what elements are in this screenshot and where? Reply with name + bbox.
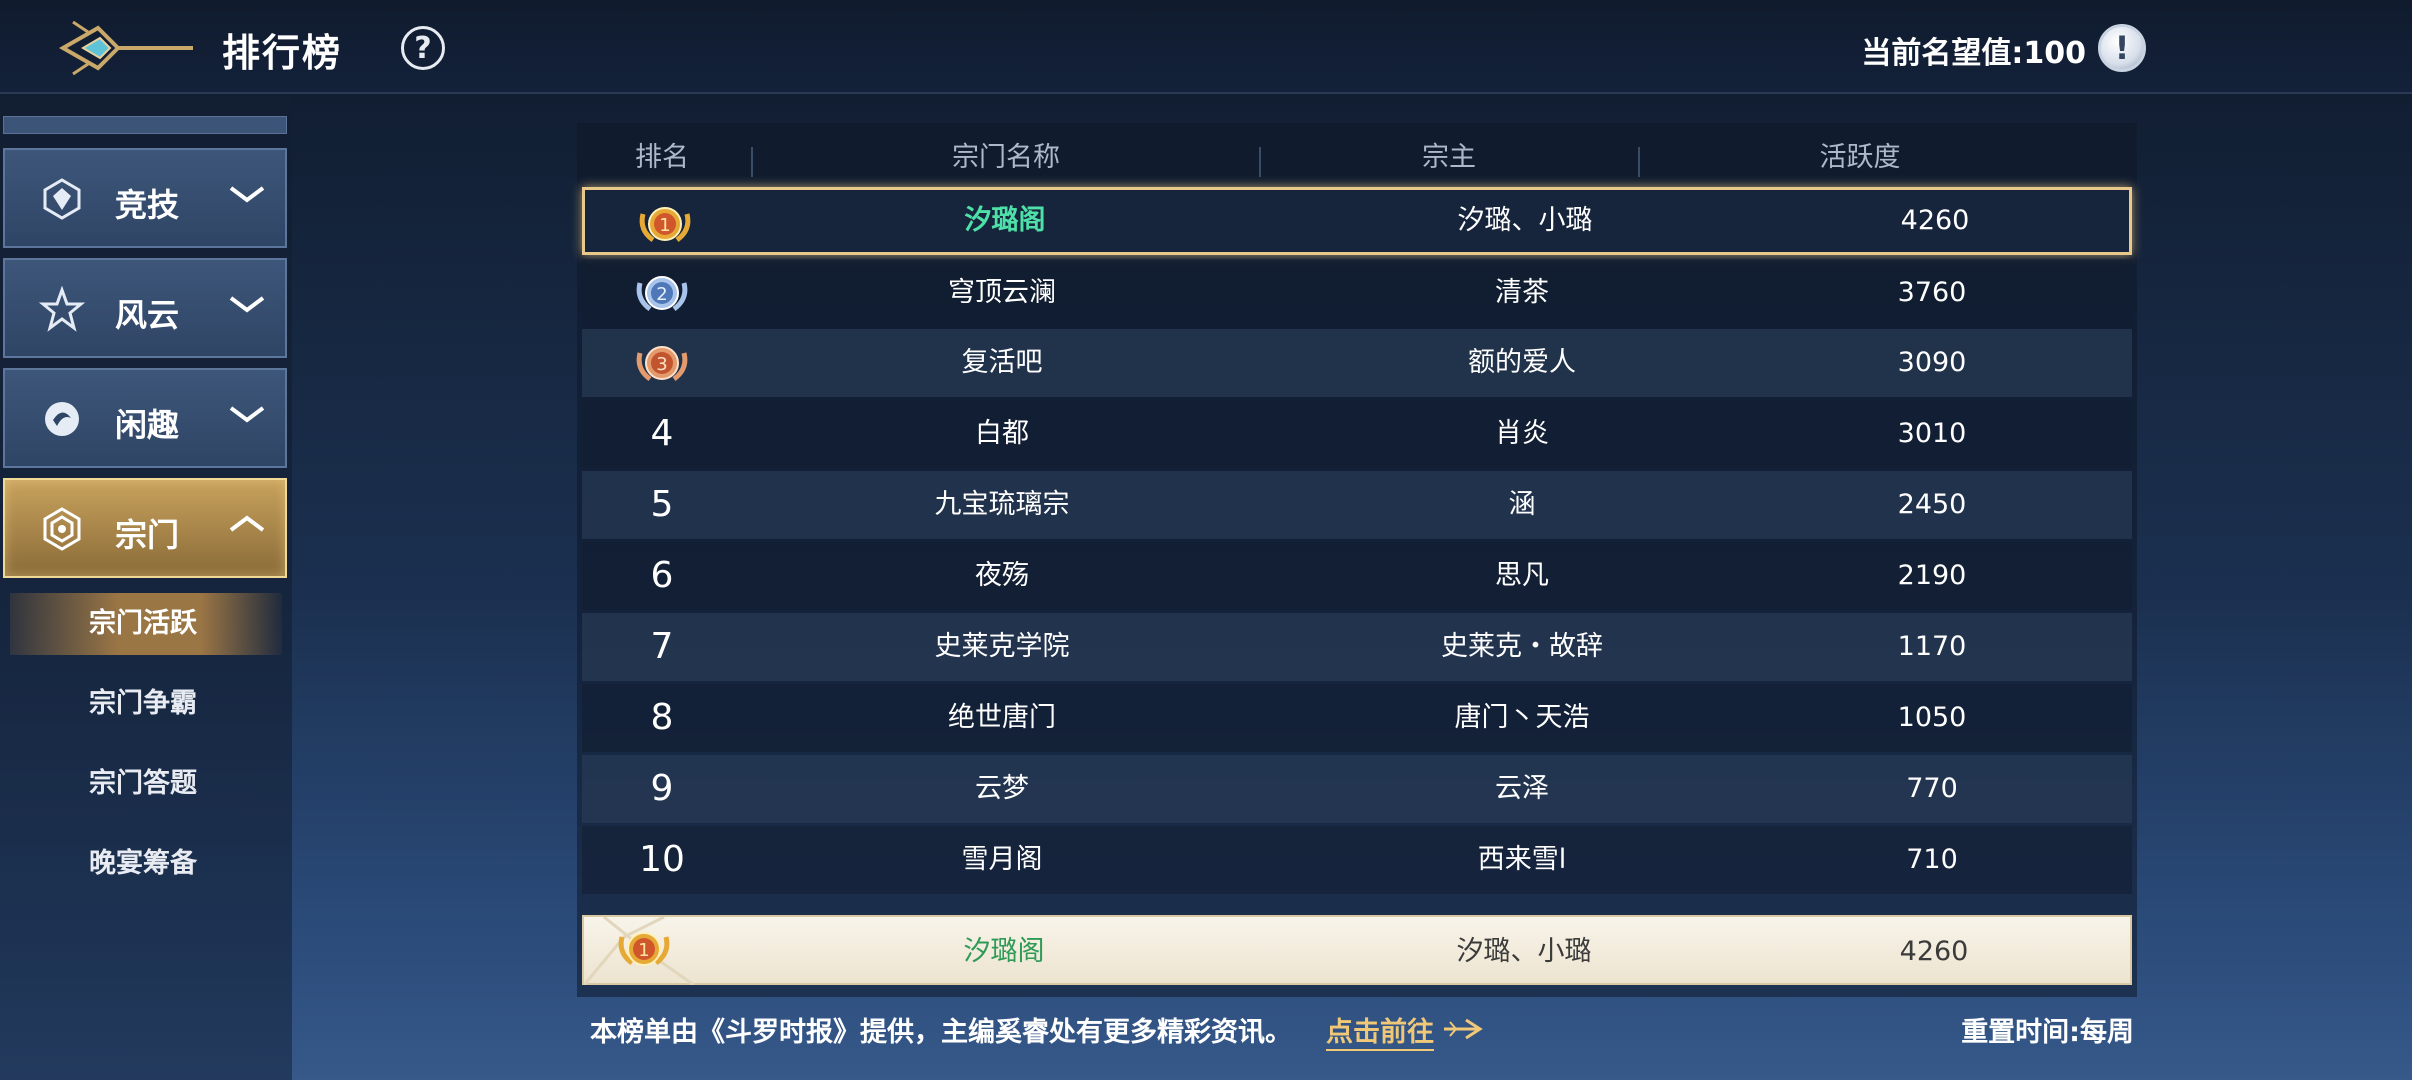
own-sect-name: 汐璐阁 [963, 936, 1045, 967]
rank-number: 7 [650, 626, 674, 667]
sidebar-category-arena[interactable]: 竞技 [3, 148, 287, 248]
sect-activity: 3760 [1897, 277, 1967, 308]
table-row[interactable]: 5 九宝琉璃宗 涵 2450 [582, 471, 2132, 539]
sect-activity: 1050 [1897, 702, 1967, 733]
rank-number: 4 [650, 413, 674, 454]
rank-number: 6 [650, 555, 674, 596]
sect-activity: 2190 [1897, 560, 1967, 591]
sect-activity: 4260 [1900, 205, 1970, 236]
sidebar-category-sect[interactable]: 宗门 [3, 478, 287, 578]
sidebar-category-fengyun[interactable]: 风云 [3, 258, 287, 358]
gold-medal-icon: 1 [639, 207, 691, 243]
help-icon[interactable]: ? [401, 26, 445, 70]
subitem-sect-quiz[interactable]: 宗门答题 [10, 753, 282, 815]
sect-name: 汐璐阁 [964, 205, 1046, 236]
arena-icon [43, 178, 81, 220]
sect-leader: 云泽 [1495, 773, 1549, 804]
sidebar: 竞技 风云 闲趣 宗门 宗门活跃 宗门争霸 宗门答题 晚宴筹备 [0, 96, 292, 1080]
header-leader: 宗主 [1422, 142, 1476, 173]
sect-leader: 额的爱人 [1468, 347, 1576, 378]
sect-leader: 清茶 [1495, 277, 1549, 308]
chevron-up-icon [229, 515, 265, 532]
sect-activity: 3010 [1897, 418, 1967, 449]
table-row[interactable]: 8 绝世唐门 唐门丶天浩 1050 [582, 684, 2132, 752]
table-row[interactable]: 6 夜殇 思凡 2190 [582, 542, 2132, 610]
silver-medal-icon: 2 [636, 276, 688, 312]
sect-icon [43, 507, 81, 551]
subitem-banquet-prep[interactable]: 晚宴筹备 [10, 833, 282, 895]
page-title: 排行榜 [222, 31, 343, 75]
sect-name: 白都 [975, 418, 1029, 449]
table-row[interactable]: 4 白都 肖炎 3010 [582, 400, 2132, 468]
top-bar: 排行榜 ? 当前名望值:100 ! [0, 0, 2412, 94]
header-activity: 活跃度 [1819, 142, 1901, 173]
rank-number: 8 [650, 697, 674, 738]
own-rank-medal-icon: 1 [584, 917, 695, 985]
table-row[interactable]: 2 穹顶云澜 清茶 3760 [582, 259, 2132, 327]
own-sect-row[interactable]: 1 汐璐阁 汐璐、小璐 4260 [582, 915, 2132, 985]
category-label: 闲趣 [115, 406, 180, 444]
subitem-sect-contest[interactable]: 宗门争霸 [10, 673, 282, 735]
header-rank: 排名 [635, 142, 689, 173]
prestige-info-icon[interactable]: ! [2098, 24, 2146, 72]
rank-number: 10 [639, 839, 685, 880]
chevron-down-icon [229, 186, 265, 203]
reset-time: 重置时间:每周 [1961, 1017, 2134, 1048]
rank-number: 9 [650, 768, 674, 809]
sect-name: 九宝琉璃宗 [934, 489, 1070, 520]
sidebar-category-leisure[interactable]: 闲趣 [3, 368, 287, 468]
header-sect-name: 宗门名称 [952, 142, 1060, 173]
prestige-value: 当前名望值:100 [1861, 36, 2086, 71]
table-row[interactable]: 9 云梦 云泽 770 [582, 755, 2132, 823]
table-row[interactable]: 3 复活吧 额的爱人 3090 [582, 329, 2132, 397]
rank-number: 5 [650, 484, 674, 525]
subitem-sect-activity[interactable]: 宗门活跃 [10, 593, 282, 655]
source-note: 本榜单由《斗罗时报》提供，主编奚睿处有更多精彩资讯。 [590, 1017, 1292, 1048]
svg-text:3: 3 [656, 354, 667, 375]
sect-name: 雪月阁 [961, 844, 1043, 875]
sect-name: 绝世唐门 [948, 702, 1056, 733]
ranking-table: 排名 宗门名称 宗主 活跃度 1 汐璐阁 汐璐、小璐 4260 2 穹顶云澜 清… [577, 123, 2137, 997]
svg-text:1: 1 [638, 940, 649, 961]
table-header: 排名 宗门名称 宗主 活跃度 [577, 133, 2137, 183]
category-label: 竞技 [115, 186, 180, 224]
sect-name: 云梦 [975, 773, 1029, 804]
sect-leader: 思凡 [1495, 560, 1549, 591]
sect-name: 夜殇 [975, 560, 1029, 591]
sect-activity: 770 [1906, 773, 1958, 804]
sect-leader: 汐璐、小璐 [1457, 205, 1593, 236]
chevron-down-icon [229, 406, 265, 423]
go-to-link[interactable]: 点击前往 [1326, 1010, 1434, 1051]
sect-leader: 唐门丶天浩 [1454, 702, 1590, 733]
category-label: 宗门 [115, 516, 180, 554]
own-sect-leader: 汐璐、小璐 [1456, 936, 1592, 967]
sect-leader: 史莱克・故辞 [1441, 631, 1603, 662]
sect-activity: 1170 [1897, 631, 1967, 662]
arrow-right-icon[interactable] [1442, 1016, 1484, 1042]
sect-leader: 涵 [1508, 489, 1536, 520]
svg-text:2: 2 [656, 284, 667, 305]
table-row[interactable]: 7 史莱克学院 史莱克・故辞 1170 [582, 613, 2132, 681]
sect-name: 史莱克学院 [934, 631, 1070, 662]
bronze-medal-icon: 3 [636, 346, 688, 382]
svg-text:1: 1 [659, 215, 670, 236]
category-label: 风云 [115, 296, 180, 334]
back-emblem-icon[interactable] [58, 18, 198, 78]
sect-activity: 3090 [1897, 347, 1967, 378]
sect-name: 穹顶云澜 [948, 277, 1056, 308]
chevron-down-icon [229, 296, 265, 313]
own-sect-activity: 4260 [1899, 936, 1969, 967]
sect-leader: 肖炎 [1495, 418, 1549, 449]
sect-activity: 2450 [1897, 489, 1967, 520]
leisure-icon [45, 402, 79, 436]
table-row[interactable]: 1 汐璐阁 汐璐、小璐 4260 [582, 187, 2132, 255]
table-row[interactable]: 10 雪月阁 西来雪l 710 [582, 826, 2132, 894]
sidebar-scroll-top [3, 116, 287, 134]
sect-leader: 西来雪l [1477, 844, 1567, 875]
star-badge-icon [39, 286, 85, 332]
sect-activity: 710 [1906, 844, 1958, 875]
sect-name: 复活吧 [961, 347, 1043, 378]
